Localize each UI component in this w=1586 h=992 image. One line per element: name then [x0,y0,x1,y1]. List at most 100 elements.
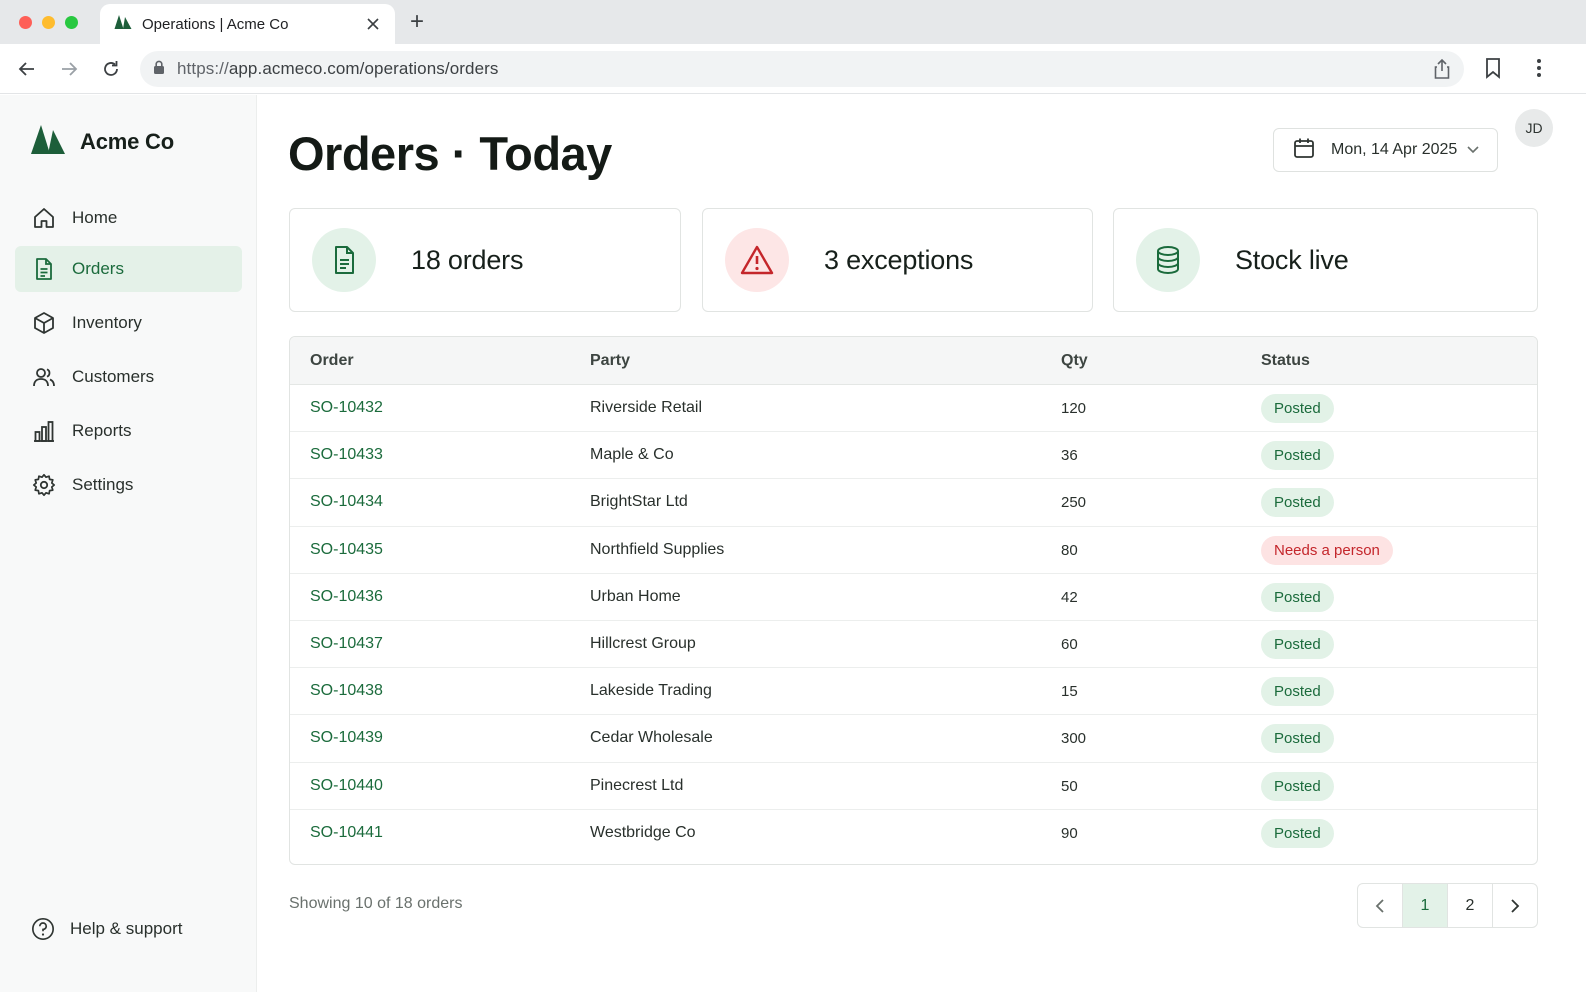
table-row[interactable]: SO-10432 Riverside Retail 120 Posted [290,385,1537,433]
pagination-summary: Showing 10 of 18 orders [289,895,463,912]
party-cell: Hillcrest Group [590,634,696,652]
sidebar-item-home[interactable]: Home [15,195,242,241]
kebab-menu-icon[interactable] [1528,56,1550,85]
date-picker[interactable]: Mon, 14 Apr 2025 [1273,128,1498,172]
prev-page-button[interactable] [1358,884,1403,927]
order-link[interactable]: SO-10437 [310,635,383,653]
minimize-window-button[interactable] [42,16,55,29]
date-value: Mon, 14 Apr 2025 [1331,141,1458,158]
sidebar-item-label: Home [72,208,118,227]
table-row[interactable]: SO-10437 Hillcrest Group 60 Posted [290,621,1537,669]
qty-cell: 120 [1061,400,1087,417]
forward-arrow-icon[interactable] [56,56,82,82]
order-link[interactable]: SO-10434 [310,493,383,511]
avatar[interactable]: JD [1515,109,1553,147]
party-cell: Cedar Wholesale [590,729,713,747]
table-row[interactable]: SO-10433 Maple & Co 36 Posted [290,432,1537,480]
chevron-down-icon [1467,141,1479,159]
party-cell: Pinecrest Ltd [590,776,684,794]
qty-cell: 36 [1061,447,1078,465]
column-header-status[interactable]: Status [1261,352,1310,370]
help-support-link[interactable]: Help & support [31,917,182,941]
bookmark-icon[interactable] [1482,56,1504,85]
order-link[interactable]: SO-10439 [310,729,383,747]
column-header-party[interactable]: Party [590,352,630,370]
table-row[interactable]: SO-10438 Lakeside Trading 15 Posted [290,668,1537,716]
status-badge: Posted [1261,629,1334,659]
table-row[interactable]: SO-10436 Urban Home 42 Posted [290,574,1537,621]
maximize-window-button[interactable] [65,16,78,29]
sidebar-item-reports[interactable]: Reports [15,408,242,454]
page-button-1[interactable]: 1 [1403,884,1448,927]
document-icon [32,257,56,281]
browser-tab-bar: Operations | Acme Co + [0,0,1586,44]
reload-icon[interactable] [98,56,124,82]
help-label: Help & support [70,919,183,938]
party-cell: Urban Home [590,587,681,605]
share-icon[interactable] [1432,58,1452,85]
table-row[interactable]: SO-10434 BrightStar Ltd 250 Posted [290,479,1537,527]
favicon-icon [114,14,132,35]
status-badge: Posted [1261,724,1334,754]
lock-icon [153,60,165,79]
party-cell: Northfield Supplies [590,540,725,558]
table-row[interactable]: SO-10439 Cedar Wholesale 300 Posted [290,715,1537,763]
order-link[interactable]: SO-10441 [310,824,383,842]
table-row[interactable]: SO-10440 Pinecrest Ltd 50 Posted [290,763,1537,810]
url-text: https://app.acmeco.com/operations/orders [177,59,499,79]
order-link[interactable]: SO-10433 [310,446,383,464]
next-page-button[interactable] [1493,884,1537,927]
qty-cell: 50 [1061,777,1078,795]
party-cell: Lakeside Trading [590,682,712,700]
order-link[interactable]: SO-10435 [310,541,383,559]
table-row[interactable]: SO-10435 Northfield Supplies 80 Needs a per… [290,527,1537,574]
sidebar: Acme Co Home Orders Inventory Customers … [0,95,257,992]
stat-label: 3 exceptions [824,244,974,275]
tab-close-icon[interactable] [363,14,383,35]
back-arrow-icon[interactable] [14,56,40,82]
database-icon [1136,228,1200,292]
status-badge: Posted [1261,394,1334,423]
sidebar-item-customers[interactable]: Customers [15,354,242,400]
page-title: Orders · Today [288,127,612,180]
address-bar[interactable]: https://app.acmeco.com/operations/orders [140,51,1464,87]
orders-table: Order Party Qty Status SO-10432 Riverside… [289,336,1538,865]
pagination: 1 2 [1357,883,1538,928]
stat-card-exceptions[interactable]: 3 exceptions [702,208,1093,312]
home-icon [32,206,56,230]
qty-cell: 80 [1061,541,1078,559]
bar-chart-icon [32,419,56,443]
url-path: app.acmeco.com/operations/orders [228,59,499,78]
page-button-2[interactable]: 2 [1448,884,1493,927]
column-header-order[interactable]: Order [310,352,354,370]
close-window-button[interactable] [19,16,32,29]
sidebar-item-settings[interactable]: Settings [15,462,242,508]
order-link[interactable]: SO-10432 [310,399,383,417]
tab-title: Operations | Acme Co [142,15,289,33]
column-header-qty[interactable]: Qty [1061,352,1088,370]
gear-icon [32,473,56,497]
stat-label: Stock live [1235,244,1349,275]
stat-card-stock[interactable]: Stock live [1113,208,1538,312]
new-tab-button[interactable]: + [410,9,424,35]
brand[interactable]: Acme Co [30,123,174,160]
order-link[interactable]: SO-10436 [310,588,383,606]
status-badge: Needs a person [1261,535,1393,565]
stat-card-orders[interactable]: 18 orders [289,208,681,312]
browser-tab[interactable]: Operations | Acme Co [100,4,395,44]
brand-name: Acme Co [80,128,174,154]
sidebar-item-label: Customers [72,367,155,386]
sidebar-item-inventory[interactable]: Inventory [15,300,242,346]
order-link[interactable]: SO-10440 [310,777,383,795]
status-badge: Posted [1261,771,1334,801]
sidebar-item-orders[interactable]: Orders [15,246,242,292]
qty-cell: 300 [1061,730,1087,748]
status-badge: Posted [1261,818,1334,848]
party-cell: Maple & Co [590,446,674,464]
sidebar-item-label: Orders [72,259,124,278]
table-row[interactable]: SO-10441 Westbridge Co 90 Posted [290,810,1537,857]
order-link[interactable]: SO-10438 [310,682,383,700]
browser-toolbar: https://app.acmeco.com/operations/orders [0,44,1586,94]
chevron-left-icon [1375,898,1384,913]
qty-cell: 90 [1061,824,1078,842]
